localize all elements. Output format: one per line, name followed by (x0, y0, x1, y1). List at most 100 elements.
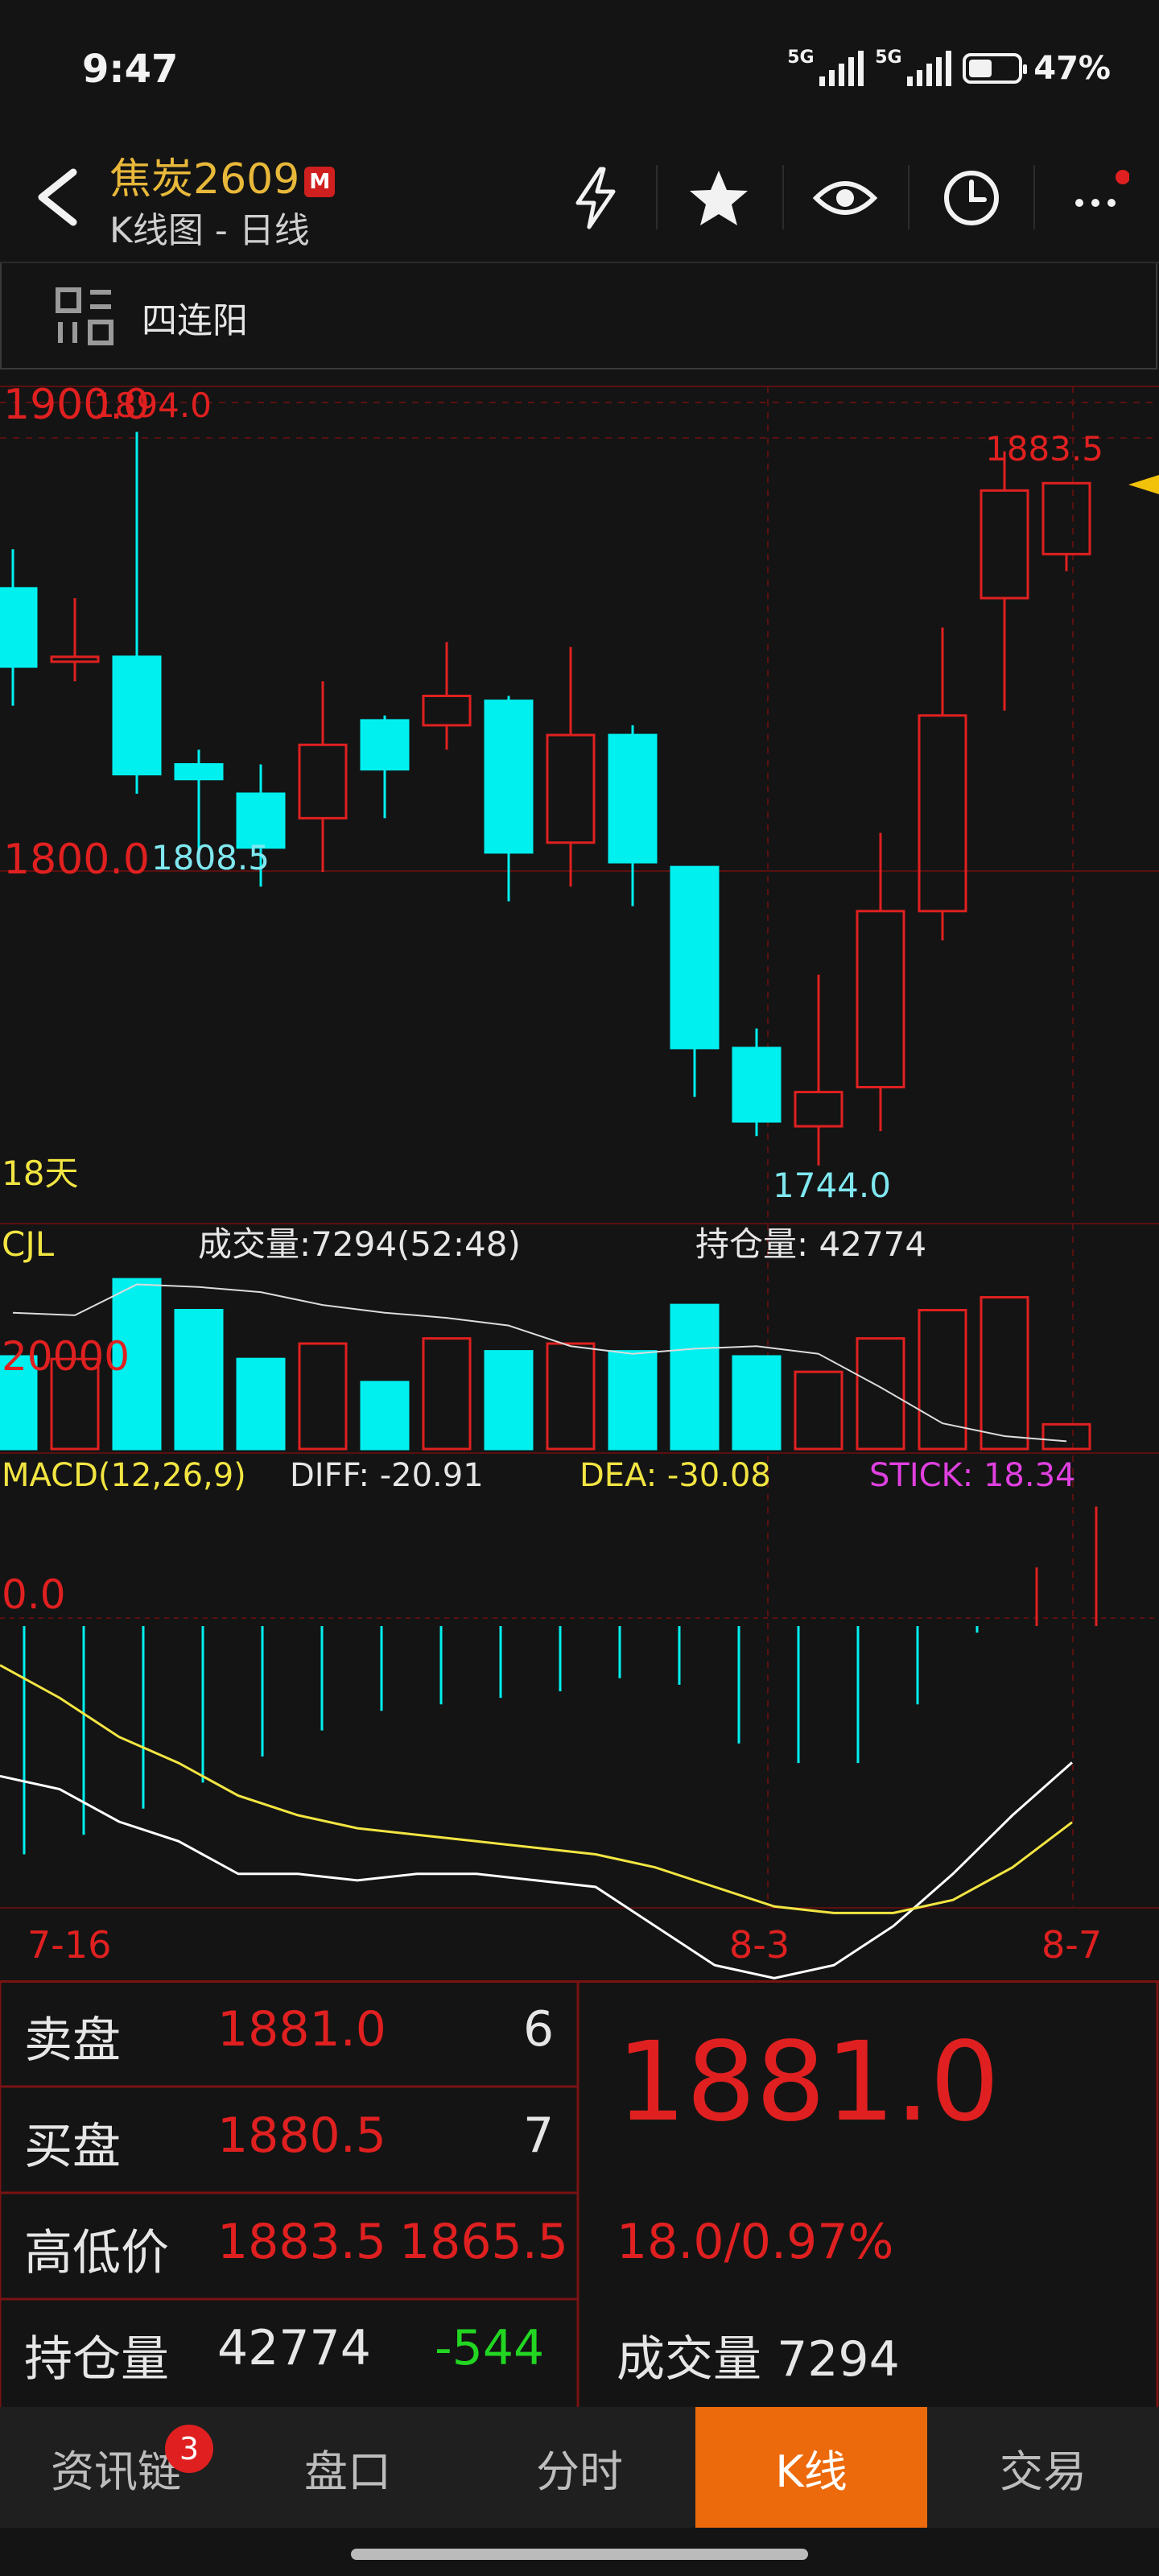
open-interest-line (12, 1283, 1067, 1443)
candle-body (856, 910, 905, 1088)
volume-bar (670, 1303, 720, 1451)
pattern-grid-icon (55, 287, 114, 349)
signal-label-2: 5G (875, 47, 902, 68)
candle (980, 451, 1029, 711)
candle-body (546, 733, 596, 844)
candle-body (1041, 481, 1091, 555)
volume-indicator-name: CJL (2, 1224, 55, 1264)
candle-body (422, 695, 472, 727)
macd-name: MACD(12,26,9) (2, 1457, 246, 1494)
contract-name: 焦炭2609 (109, 155, 300, 204)
candle (918, 627, 967, 941)
candle-body (670, 865, 720, 1050)
high-annotation: 1894.0 (93, 386, 212, 425)
macd-dea-line (0, 1664, 1073, 1914)
flash-order-button[interactable] (555, 158, 636, 238)
volume-bar (608, 1350, 658, 1451)
back-button[interactable] (29, 161, 85, 233)
chart-grid (0, 386, 1159, 1909)
date-label-start: 7-16 (27, 1923, 111, 1967)
contract-title: 焦炭2609 M (109, 145, 336, 205)
candle (360, 715, 410, 819)
date-label-end: 8-7 (1041, 1923, 1102, 1967)
candle-body (732, 1046, 782, 1123)
open-interest-label: 持仓量: 42774 (695, 1224, 926, 1264)
main-contract-badge: M (304, 167, 336, 197)
candle-body (174, 763, 224, 781)
sell-price: 1881.0 (217, 2001, 386, 2058)
volume-label-text: 成交量 (617, 2331, 761, 2388)
tab-intraday[interactable]: 分时 (464, 2407, 695, 2528)
history-button[interactable] (931, 158, 1012, 238)
volume-bar (546, 1342, 596, 1451)
open-interest-label-panel: 持仓量 (24, 2331, 169, 2388)
chart-subtitle: K线图 - 日线 (109, 210, 310, 251)
candle (174, 749, 224, 850)
macd-diff: DIFF: -20.91 (290, 1457, 484, 1494)
eye-icon (813, 181, 877, 215)
volume-title: 成交量:7294(52:48) (198, 1224, 521, 1264)
kline-chart[interactable]: 1900.0 1800.0 1894.0 1808.5 1744.0 1883.… (0, 370, 1159, 1980)
signal-label: 5G (787, 47, 815, 68)
candle-body (298, 743, 348, 819)
signal-icon: 5G (787, 47, 864, 86)
volume-bar (422, 1337, 472, 1451)
sell-qty: 6 (523, 2001, 555, 2058)
status-icons: 5G 5G 47% (787, 47, 1111, 87)
low-annotation: 1744.0 (773, 1166, 891, 1205)
tab-kline[interactable]: K线 (695, 2407, 927, 2528)
header-divider (782, 165, 784, 229)
volume-label-panel: 成交量 7294 (617, 2320, 900, 2390)
candle (794, 974, 843, 1166)
clock-icon (944, 171, 999, 225)
candle-body (50, 655, 100, 663)
watch-button[interactable] (805, 158, 885, 238)
buy-qty: 7 (523, 2107, 555, 2164)
volume-axis-label: 20000 (2, 1333, 130, 1380)
volume-bar (856, 1337, 905, 1451)
recent-high-annotation: 1883.5 (985, 429, 1103, 469)
volume-bar (298, 1342, 348, 1451)
candle (1041, 481, 1091, 572)
more-dots-icon (1075, 170, 1129, 207)
candle (546, 646, 596, 887)
tab-trade[interactable]: 交易 (927, 2407, 1159, 2528)
low-annotation-left: 1808.5 (151, 838, 270, 877)
low-price: 1865.5 (399, 2214, 568, 2270)
volume-bar (980, 1296, 1029, 1451)
volume-bar (174, 1309, 224, 1451)
candle (112, 431, 162, 794)
high-price: 1883.5 (217, 2214, 386, 2270)
news-badge: 3 (165, 2425, 213, 2473)
candle (0, 549, 38, 706)
candle (856, 832, 905, 1132)
favorite-button[interactable] (678, 158, 759, 238)
candle-body (360, 719, 410, 771)
price-change: 18.0/0.97% (617, 2214, 894, 2270)
sell-label: 卖盘 (24, 2013, 121, 2069)
volume-bar (732, 1355, 782, 1451)
candlestick-area (0, 431, 1091, 1166)
candle-body (0, 587, 38, 668)
more-menu-button[interactable] (1057, 158, 1137, 238)
signal-icon-2: 5G (875, 47, 952, 86)
battery-percent: 47% (1033, 50, 1111, 87)
lightning-icon (575, 167, 616, 229)
volume-value: 7294 (777, 2331, 900, 2388)
macd-dea: DEA: -30.08 (580, 1457, 771, 1494)
volume-bar (236, 1357, 286, 1451)
current-price-marker-icon (1128, 475, 1159, 494)
volume-bar (918, 1309, 967, 1451)
tab-order-book[interactable]: 盘口 (232, 2407, 464, 2528)
chevron-left-icon (38, 168, 77, 226)
star-icon (690, 171, 748, 225)
volume-area (0, 1278, 1091, 1451)
volume-bar (484, 1350, 534, 1451)
macd-diff-line (0, 1761, 1073, 1979)
home-indicator[interactable] (351, 2549, 808, 2560)
candle (298, 681, 348, 873)
price-label-mid: 1800.0 (3, 836, 150, 884)
macd-stick: STICK: 18.34 (869, 1457, 1075, 1494)
candle (608, 724, 658, 906)
candle-body (980, 489, 1029, 600)
